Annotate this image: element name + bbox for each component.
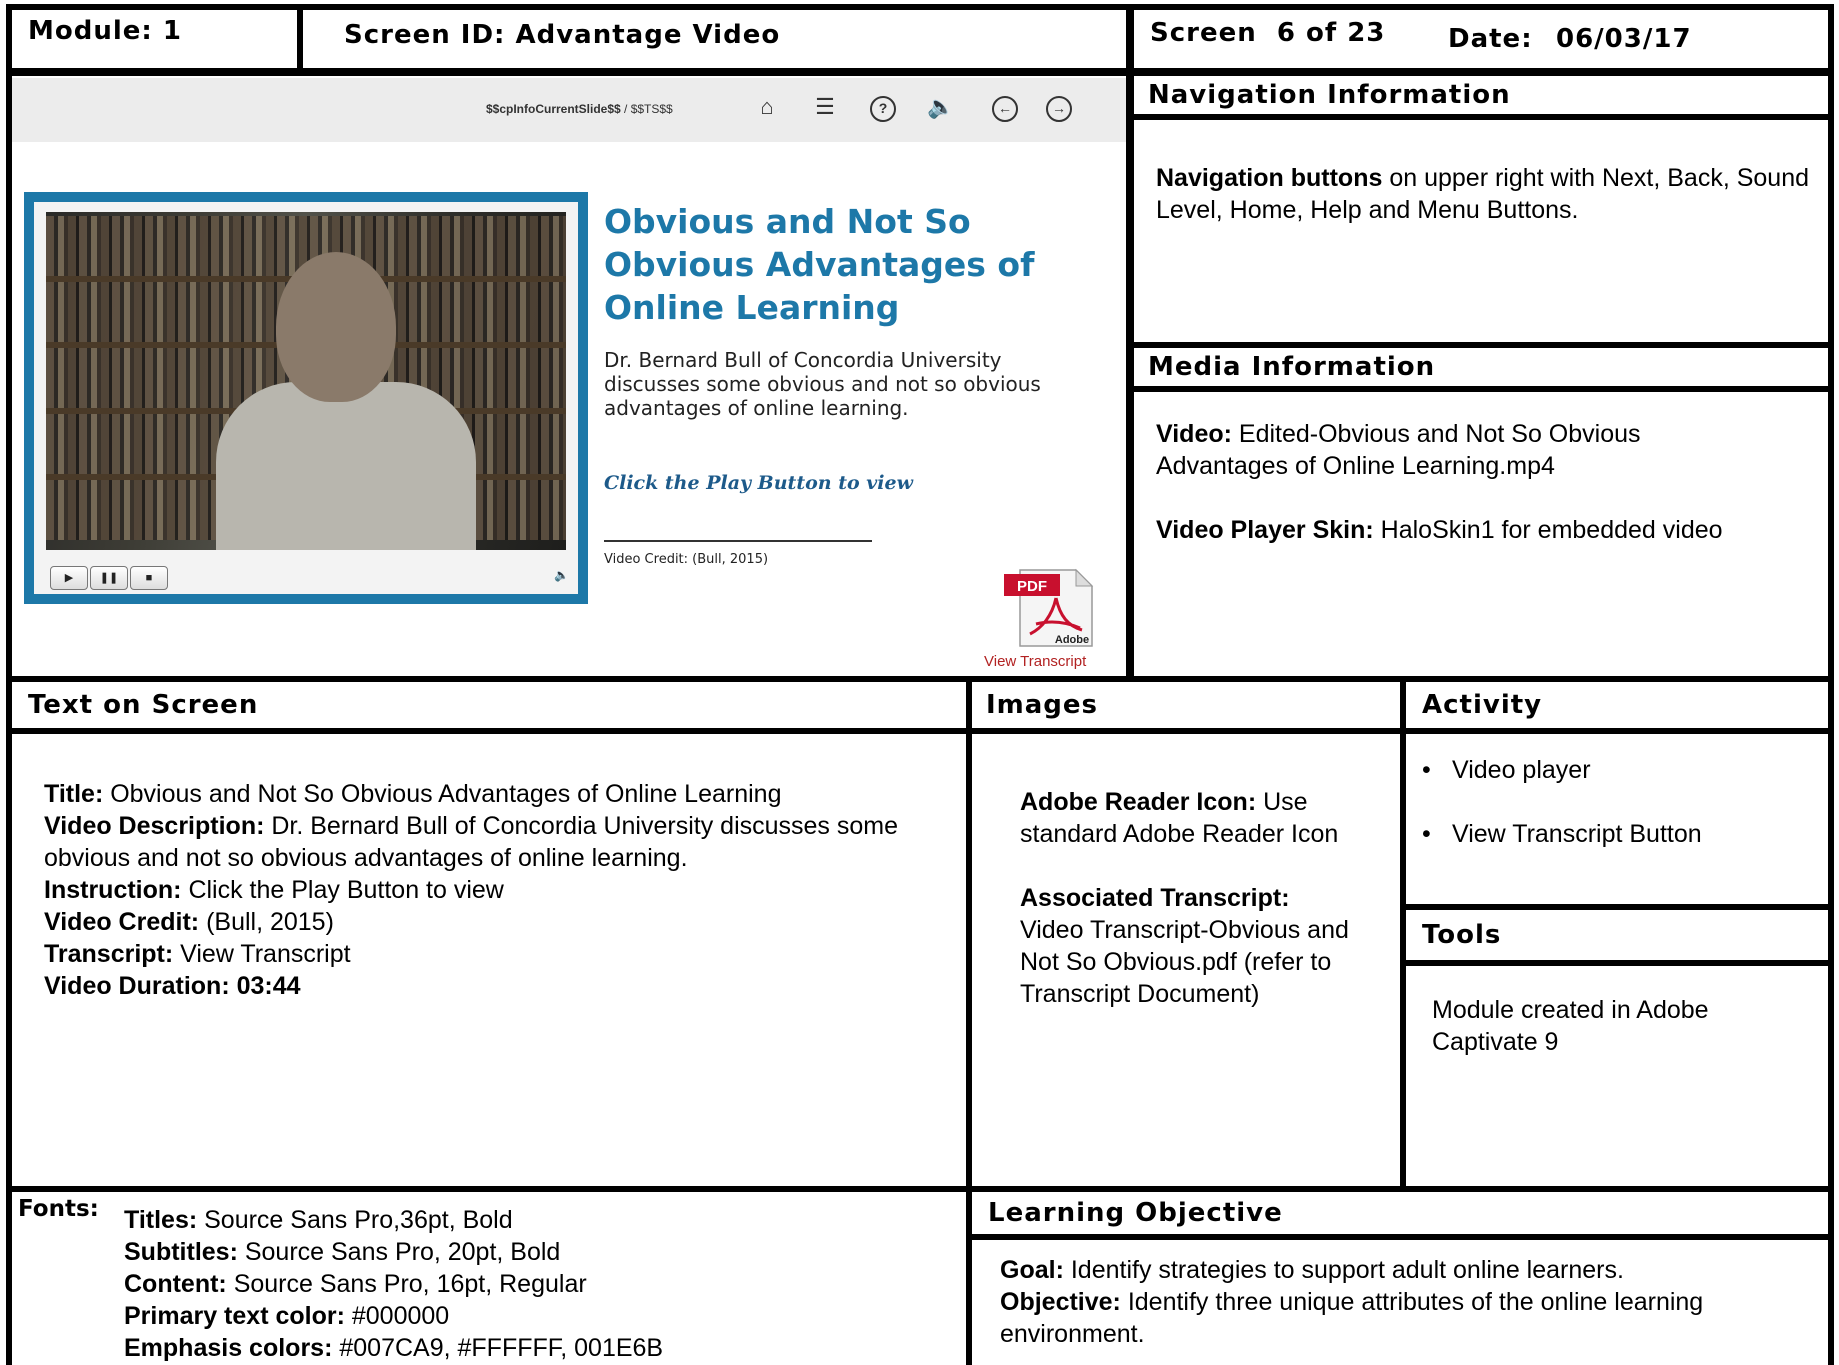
lo-head-line xyxy=(966,1234,1834,1240)
text-on-screen-body: Title: Obvious and Not So Obvious Advant… xyxy=(44,780,899,1000)
pause-button[interactable]: ❚❚ xyxy=(90,566,128,590)
video-frame-image xyxy=(46,212,566,550)
media-skin: Video Player Skin: HaloSkin1 for embedde… xyxy=(1156,516,1723,544)
header-divider-1 xyxy=(297,4,303,70)
activity-item: Video player xyxy=(1414,754,1824,786)
credit-divider xyxy=(604,540,872,542)
date-label: Date: xyxy=(1448,24,1533,54)
video-inner: ▶ ❚❚ ■ 🔈 xyxy=(34,202,578,594)
player-toolbar: $$cpInfoCurrentSlide$$ / $$TS$$ ⌂ ☰ ? 🔈 … xyxy=(12,78,1126,142)
view-transcript-link[interactable]: View Transcript xyxy=(984,653,1086,670)
screen-count: Screen 6 of 23 xyxy=(1150,18,1386,48)
tools-top-line xyxy=(1400,904,1834,910)
media-video: Video: Edited-Obvious and Not So Obvious… xyxy=(1156,420,1641,480)
tools-heading: Tools xyxy=(1422,920,1502,950)
fonts-heading: Fonts: xyxy=(18,1196,99,1222)
volume-icon[interactable]: 🔈 xyxy=(554,568,569,582)
sound-icon[interactable]: 🔈 xyxy=(926,92,956,122)
text-on-screen-heading: Text on Screen xyxy=(28,690,259,720)
back-icon[interactable]: ← xyxy=(992,96,1018,122)
activity-list: Video player View Transcript Button xyxy=(1414,754,1824,850)
activity-heading: Activity xyxy=(1422,690,1543,720)
images-heading: Images xyxy=(986,690,1099,720)
slide-preview: $$cpInfoCurrentSlide$$ / $$TS$$ ⌂ ☰ ? 🔈 … xyxy=(12,78,1126,674)
tools-head-line xyxy=(1400,960,1834,966)
svg-text:Adobe: Adobe xyxy=(1055,634,1089,646)
media-top-line xyxy=(1130,342,1834,348)
media-heading: Media Information xyxy=(1148,352,1436,382)
tools-body: Module created in Adobe Captivate 9 xyxy=(1432,996,1709,1056)
lo-body: Goal: Identify strategies to support adu… xyxy=(1000,1256,1704,1348)
svg-text:PDF: PDF xyxy=(1017,578,1047,595)
slide-counter: $$cpInfoCurrentSlide$$ / $$TS$$ xyxy=(486,102,673,116)
slide-title: Obvious and Not So Obvious Advantages of… xyxy=(604,202,1035,327)
module-label: Module: 1 xyxy=(28,16,182,46)
stop-button[interactable]: ■ xyxy=(130,566,168,590)
nav-heading: Navigation Information xyxy=(1148,80,1511,110)
slide-description: Dr. Bernard Bull of Concordia University… xyxy=(604,348,1041,420)
media-head-line xyxy=(1130,386,1834,392)
bottom-top-line xyxy=(6,1186,1834,1192)
activity-item: View Transcript Button xyxy=(1414,818,1824,850)
next-icon[interactable]: → xyxy=(1046,96,1072,122)
home-icon[interactable]: ⌂ xyxy=(752,92,782,122)
middle-head-line xyxy=(6,728,1834,734)
screen-id: Screen ID: Advantage Video xyxy=(344,20,781,50)
nav-body: Navigation buttons on upper right with N… xyxy=(1156,164,1810,224)
play-button[interactable]: ▶ xyxy=(50,566,88,590)
images-body: Adobe Reader Icon: Use standard Adobe Re… xyxy=(1020,788,1349,1008)
date-value: 06/03/17 xyxy=(1556,24,1692,54)
middle-top-line xyxy=(6,676,1834,682)
video-player[interactable]: ▶ ❚❚ ■ 🔈 xyxy=(24,192,588,604)
lo-heading: Learning Objective xyxy=(988,1198,1283,1228)
middle-divider-2 xyxy=(1400,676,1406,1186)
middle-divider-1 xyxy=(966,676,972,1365)
nav-head-line xyxy=(1130,114,1834,120)
menu-icon[interactable]: ☰ xyxy=(810,92,840,122)
header-bottom-line xyxy=(6,68,1834,76)
help-icon[interactable]: ? xyxy=(870,96,896,122)
pdf-icon[interactable]: PDF Adobe xyxy=(1002,568,1100,648)
slide-instruction: Click the Play Button to view xyxy=(604,472,913,494)
fonts-body: Titles: Source Sans Pro,36pt, Bold Subti… xyxy=(124,1206,664,1362)
slide-credit: Video Credit: (Bull, 2015) xyxy=(604,552,769,567)
